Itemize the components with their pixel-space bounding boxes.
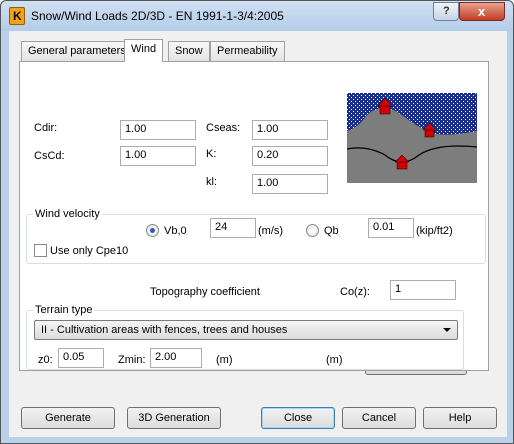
terrain-type-select[interactable]: II - Cultivation areas with fences, tree… (34, 320, 458, 340)
cseas-field[interactable]: 1.00 (252, 120, 328, 140)
cpe10-label: Use only Cpe10 (50, 245, 129, 257)
k-field[interactable]: 0.20 (252, 146, 328, 166)
co-label: Co(z): (340, 286, 370, 298)
kl-field[interactable]: 1.00 (252, 174, 328, 194)
qb-unit: (kip/ft2) (416, 225, 453, 237)
wind-velocity-title: Wind velocity (33, 208, 102, 220)
tab-permeability[interactable]: Permeability (210, 41, 285, 61)
close-button[interactable]: Close (261, 407, 335, 429)
window-title: Snow/Wind Loads 2D/3D - EN 1991-1-3/4:20… (31, 9, 284, 23)
title-close-button[interactable]: x (459, 2, 505, 21)
dialog-window: K Snow/Wind Loads 2D/3D - EN 1991-1-3/4:… (0, 0, 514, 444)
generate-button[interactable]: Generate (21, 407, 115, 429)
topography-illustration (347, 93, 477, 183)
chevron-down-icon (443, 328, 451, 332)
zmin-unit: (m) (216, 354, 233, 366)
app-icon-letter: K (13, 9, 22, 23)
cdir-label: Cdir: (34, 122, 58, 134)
help-icon: ? (443, 5, 450, 17)
close-icon: x (478, 4, 486, 19)
app-icon: K (9, 7, 25, 25)
vb-radio-dot (150, 228, 155, 233)
kl-label: kl: (206, 176, 217, 188)
help-button[interactable]: Help (423, 407, 497, 429)
tab-snow[interactable]: Snow (168, 41, 210, 61)
z0-field[interactable]: 0.05 (58, 348, 104, 368)
zmin-field[interactable]: 2.00 (150, 348, 202, 368)
qb-label: Qb (324, 225, 339, 237)
cdir-field[interactable]: 1.00 (120, 120, 196, 140)
cseas-label: Cseas: (206, 122, 241, 134)
dialog-client: General parameters Wind Snow Permeabilit… (9, 31, 507, 437)
tab-general-parameters[interactable]: General parameters (21, 41, 133, 61)
k-label: K: (206, 148, 217, 160)
terrain-type-value: II - Cultivation areas with fences, tree… (41, 324, 288, 336)
terrain-type-title: Terrain type (33, 304, 95, 316)
z0-label: z0: (38, 354, 53, 366)
cscd-label: CsCd: (34, 150, 65, 162)
topography-label: Topography coefficient (150, 286, 260, 298)
title-bar[interactable]: K Snow/Wind Loads 2D/3D - EN 1991-1-3/4:… (1, 1, 513, 31)
vb-unit: (m/s) (258, 225, 284, 237)
cancel-button[interactable]: Cancel (342, 407, 416, 429)
vb-radio[interactable] (146, 224, 159, 237)
qb-field[interactable]: 0.01 (368, 218, 414, 238)
generation-3d-button[interactable]: 3D Generation (127, 407, 221, 429)
cscd-field[interactable]: 1.00 (120, 146, 196, 166)
qb-radio[interactable] (306, 224, 319, 237)
tab-wind[interactable]: Wind (124, 39, 164, 62)
title-help-button[interactable]: ? (433, 2, 459, 21)
vb-label: Vb,0 (164, 225, 187, 237)
extra-unit: (m) (326, 354, 343, 366)
zmin-label: Zmin: (118, 354, 146, 366)
vb-field[interactable]: 24 (210, 218, 256, 238)
cpe10-checkbox[interactable] (34, 244, 47, 257)
co-field[interactable]: 1 (390, 280, 456, 300)
